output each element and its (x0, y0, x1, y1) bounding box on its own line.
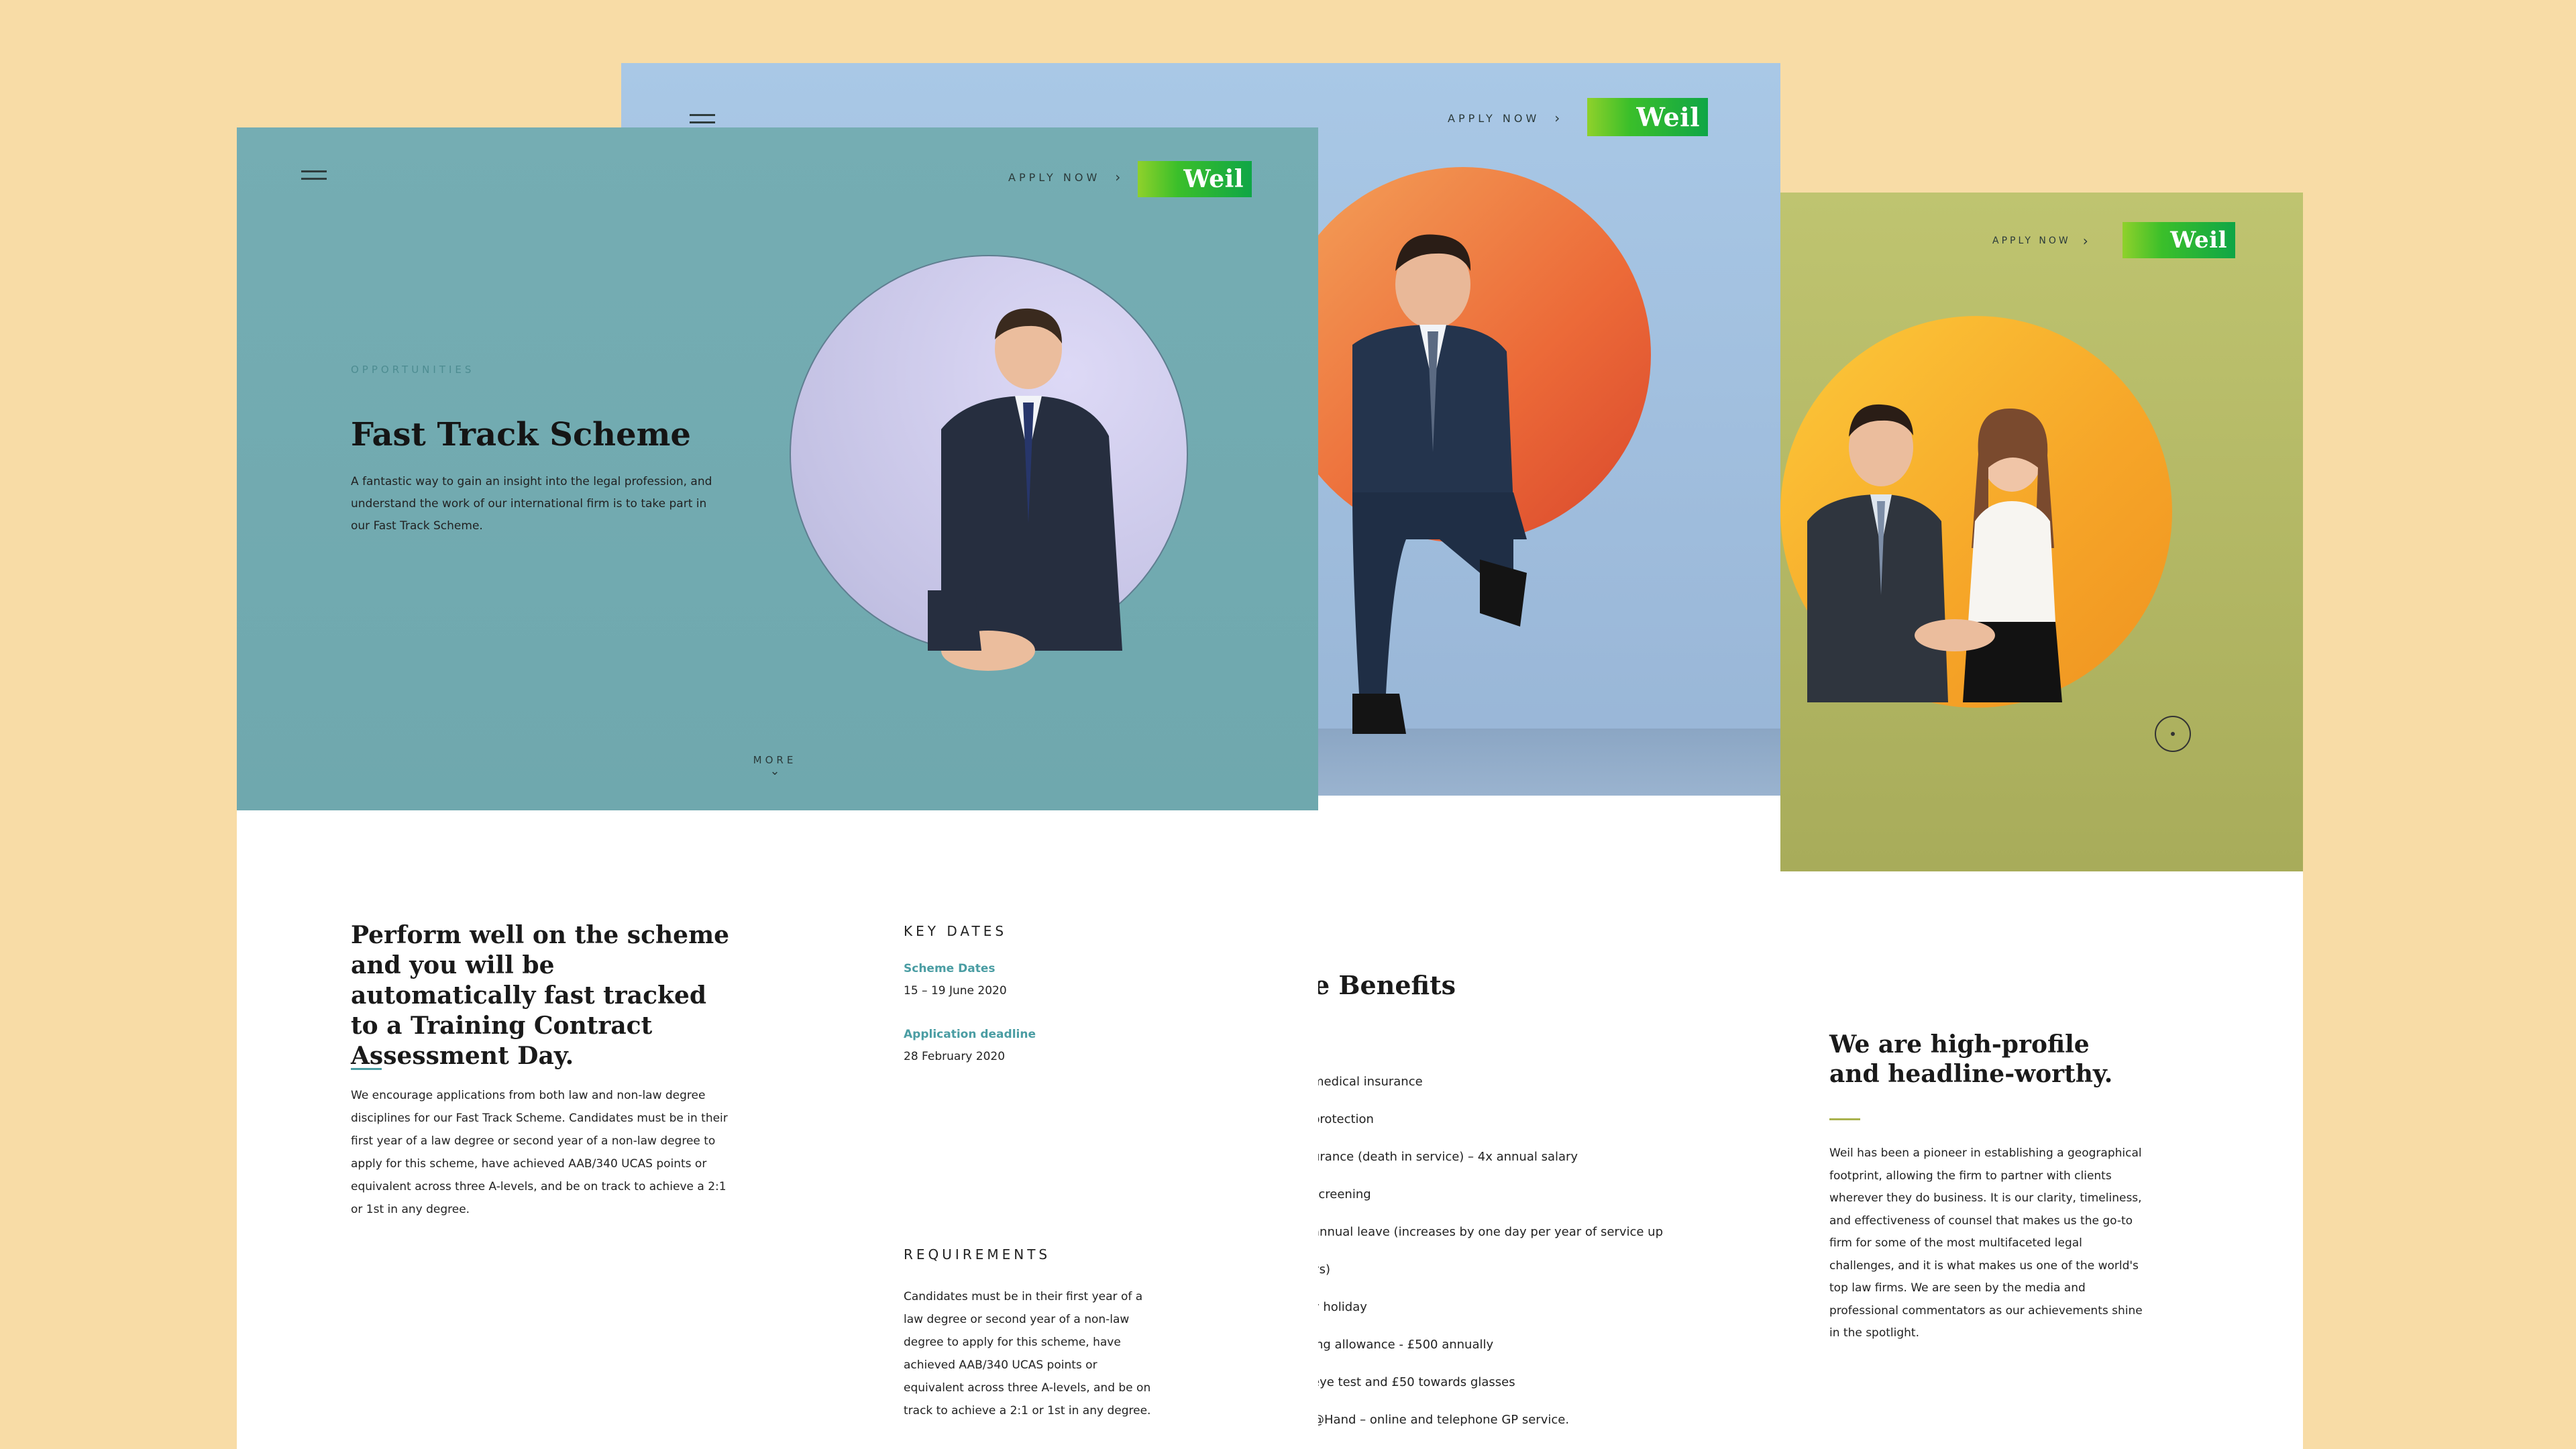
scroll-dot-button[interactable] (2155, 716, 2191, 752)
chevron-right-icon: › (1554, 110, 1560, 126)
benefit-item: ing allowance - £500 annually (1312, 1338, 1494, 1352)
right-heading: We are high-profile and headline-worthy. (1829, 1030, 2113, 1088)
benefit-item: annual leave (increases by one day per y… (1312, 1225, 1664, 1239)
person-sitting-photo (1352, 234, 1527, 734)
hero-intro: A fantastic way to gain an insight into … (351, 475, 712, 533)
logo-text: Weil (1183, 165, 1244, 193)
perform-body: We encourage applications from both law … (351, 1089, 728, 1216)
more-button[interactable]: MORE ⌄ (745, 754, 804, 777)
dot-icon (2171, 732, 2175, 736)
benefit-item: screening (1312, 1187, 1371, 1201)
deadline-value: 28 February 2020 (904, 1050, 1006, 1063)
apply-now-label: APPLY NOW (1448, 111, 1540, 125)
accent-divider (1829, 1118, 1860, 1120)
left-hero: APPLY NOW › Weil OPPORTUNITIES Fast Trac… (237, 127, 1318, 810)
menu-icon[interactable] (690, 114, 715, 123)
weil-logo[interactable]: Weil (1138, 161, 1252, 197)
apply-now-link[interactable]: APPLY NOW › (1008, 169, 1120, 185)
weil-logo[interactable]: Weil (2123, 222, 2235, 258)
chevron-down-icon: ⌄ (769, 764, 780, 778)
weil-logo[interactable]: Weil (1587, 98, 1708, 136)
two-people-photo (1807, 404, 2062, 702)
apply-now-link[interactable]: APPLY NOW › (1448, 110, 1560, 126)
right-card: APPLY NOW › Weil We are high-profile and… (1780, 193, 2303, 1449)
left-card: APPLY NOW › Weil OPPORTUNITIES Fast Trac… (237, 127, 1318, 1449)
apply-now-label: APPLY NOW (1992, 235, 2071, 246)
benefit-item: urance (death in service) – 4x annual sa… (1312, 1150, 1578, 1164)
benefits-list: medical insurance protection urance (dea… (1312, 1071, 1741, 1446)
scheme-dates-label: Scheme Dates (904, 962, 996, 975)
requirements-title: REQUIREMENTS (904, 1246, 1051, 1263)
apply-now-link[interactable]: APPLY NOW › (1992, 233, 2088, 249)
chevron-right-icon: › (1115, 169, 1121, 185)
requirements-body: Candidates must be in their first year o… (904, 1290, 1151, 1417)
right-body: Weil has been a pioneer in establishing … (1829, 1146, 2143, 1340)
logo-text: Weil (2170, 227, 2227, 254)
benefit-item: y holiday (1312, 1300, 1367, 1314)
person-standing-photo (928, 308, 1122, 671)
benefit-item: eye test and £50 towards glasses (1312, 1375, 1515, 1389)
apply-now-label: APPLY NOW (1008, 170, 1101, 184)
benefit-item: ys) (1312, 1263, 1331, 1277)
deadline-label: Application deadline (904, 1028, 1036, 1041)
logo-text: Weil (1636, 102, 1700, 132)
benefit-item: @Hand – online and telephone GP service. (1312, 1413, 1570, 1427)
scheme-dates-value: 15 – 19 June 2020 (904, 984, 1007, 998)
benefit-item: medical insurance (1312, 1075, 1423, 1089)
hero-eyebrow: OPPORTUNITIES (351, 364, 475, 376)
hero-title: Fast Track Scheme (351, 416, 691, 453)
key-dates-title: KEY DATES (904, 923, 1008, 939)
accent-divider (351, 1068, 382, 1070)
menu-icon[interactable] (301, 170, 327, 180)
benefits-title: e Benefits (1313, 970, 1456, 1000)
chevron-right-icon: › (2082, 233, 2088, 249)
benefit-item: protection (1312, 1112, 1374, 1126)
perform-heading: Perform well on the scheme and you will … (351, 921, 730, 1070)
right-hero: APPLY NOW › Weil (1780, 193, 2303, 871)
